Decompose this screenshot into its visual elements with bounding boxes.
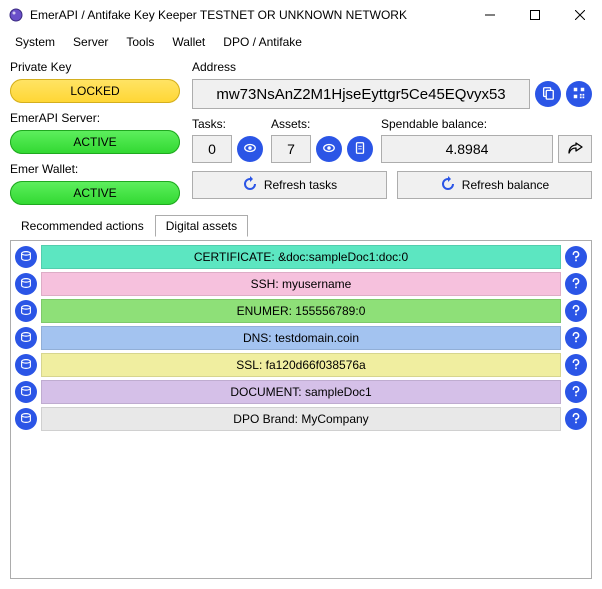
menubar: System Server Tools Wallet DPO / Antifak… [0,30,602,54]
refresh-icon [242,176,258,195]
assets-value: 7 [271,135,311,163]
help-icon [569,384,583,401]
asset-disk-button[interactable] [15,327,37,349]
maximize-button[interactable] [512,0,557,29]
top-panel: Private Key LOCKED EmerAPI Server: ACTIV… [10,60,592,205]
eye-icon [322,141,336,158]
tabbar: Recommended actions Digital assets [10,215,592,237]
balance-value: 4.8984 [381,135,553,163]
document-icon [353,141,367,158]
asset-label[interactable]: SSH: myusername [41,272,561,296]
asset-row: DOCUMENT: sampleDoc1 [15,380,587,404]
help-icon [569,357,583,374]
window-title: EmerAPI / Antifake Key Keeper TESTNET OR… [30,8,467,22]
server-label: EmerAPI Server: [10,111,180,125]
help-icon [569,303,583,320]
asset-disk-button[interactable] [15,300,37,322]
menu-dpo[interactable]: DPO / Antifake [214,32,311,52]
asset-disk-button[interactable] [15,273,37,295]
disk-icon [19,357,33,374]
help-icon [569,249,583,266]
share-icon [567,140,583,159]
asset-row: ENUMER: 155556789:0 [15,299,587,323]
assets-label: Assets: [271,117,373,131]
disk-icon [19,303,33,320]
asset-row: SSH: myusername [15,272,587,296]
refresh-balance-label: Refresh balance [462,178,549,192]
asset-disk-button[interactable] [15,246,37,268]
view-tasks-button[interactable] [237,136,263,162]
view-assets-button[interactable] [316,136,342,162]
asset-row: SSL: fa120d66f038576a [15,353,587,377]
help-icon [569,276,583,293]
menu-server[interactable]: Server [64,32,117,52]
asset-row: DPO Brand: MyCompany [15,407,587,431]
disk-icon [19,411,33,428]
wallet-button[interactable]: ACTIVE [10,181,180,205]
wallet-label: Emer Wallet: [10,162,180,176]
menu-system[interactable]: System [6,32,64,52]
menu-wallet[interactable]: Wallet [163,32,214,52]
help-icon [569,330,583,347]
refresh-balance-button[interactable]: Refresh balance [397,171,592,199]
help-icon [569,411,583,428]
tasks-label: Tasks: [192,117,263,131]
refresh-icon [440,176,456,195]
copy-icon [541,86,555,103]
address-label: Address [192,60,592,74]
titlebar: EmerAPI / Antifake Key Keeper TESTNET OR… [0,0,602,30]
qr-address-button[interactable] [566,81,592,107]
asset-row: CERTIFICATE: &doc:sampleDoc1:doc:0 [15,245,587,269]
menu-tools[interactable]: Tools [117,32,163,52]
asset-help-button[interactable] [565,381,587,403]
app-icon [8,7,24,23]
address-value: mw73NsAnZ2M1HjseEyttgr5Ce45EQvyx53 [192,79,530,109]
asset-disk-button[interactable] [15,381,37,403]
asset-label[interactable]: SSL: fa120d66f038576a [41,353,561,377]
private-key-button[interactable]: LOCKED [10,79,180,103]
asset-help-button[interactable] [565,246,587,268]
eye-icon [243,141,257,158]
tab-digital-assets[interactable]: Digital assets [155,215,248,237]
asset-label[interactable]: DPO Brand: MyCompany [41,407,561,431]
server-button[interactable]: ACTIVE [10,130,180,154]
close-button[interactable] [557,0,602,29]
asset-help-button[interactable] [565,408,587,430]
asset-help-button[interactable] [565,300,587,322]
refresh-tasks-button[interactable]: Refresh tasks [192,171,387,199]
asset-help-button[interactable] [565,273,587,295]
private-key-label: Private Key [10,60,180,74]
disk-icon [19,249,33,266]
minimize-button[interactable] [467,0,512,29]
asset-help-button[interactable] [565,327,587,349]
asset-label[interactable]: ENUMER: 155556789:0 [41,299,561,323]
status-column: Private Key LOCKED EmerAPI Server: ACTIV… [10,60,180,205]
window-controls [467,0,602,29]
disk-icon [19,384,33,401]
asset-label[interactable]: DOCUMENT: sampleDoc1 [41,380,561,404]
send-button[interactable] [558,135,592,163]
tasks-value: 0 [192,135,232,163]
asset-label[interactable]: DNS: testdomain.coin [41,326,561,350]
content: Private Key LOCKED EmerAPI Server: ACTIV… [0,54,602,589]
asset-help-button[interactable] [565,354,587,376]
refresh-tasks-label: Refresh tasks [264,178,337,192]
assets-panel: CERTIFICATE: &doc:sampleDoc1:doc:0 SSH: m… [10,240,592,579]
asset-row: DNS: testdomain.coin [15,326,587,350]
disk-icon [19,330,33,347]
copy-address-button[interactable] [535,81,561,107]
info-column: Address mw73NsAnZ2M1HjseEyttgr5Ce45EQvyx… [192,60,592,205]
disk-icon [19,276,33,293]
asset-disk-button[interactable] [15,408,37,430]
asset-label[interactable]: CERTIFICATE: &doc:sampleDoc1:doc:0 [41,245,561,269]
tab-recommended[interactable]: Recommended actions [10,215,155,237]
asset-disk-button[interactable] [15,354,37,376]
asset-action-button[interactable] [347,136,373,162]
balance-label: Spendable balance: [381,117,592,131]
qr-icon [572,86,586,103]
